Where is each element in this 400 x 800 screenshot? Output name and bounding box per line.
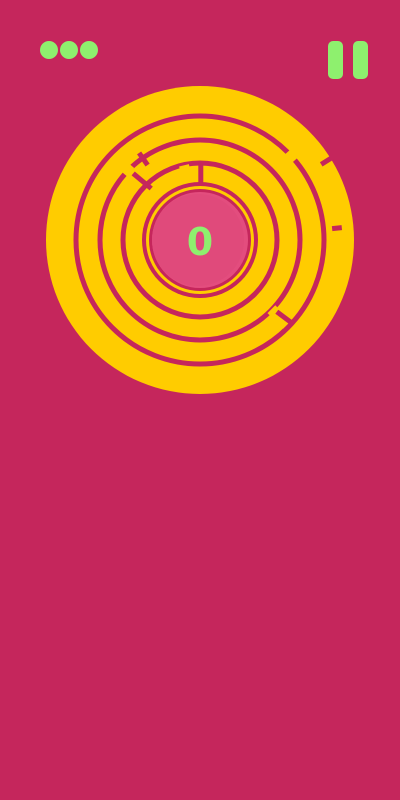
score-value: 0 — [187, 220, 213, 264]
maze-gap — [179, 164, 194, 186]
maze-wall — [331, 225, 343, 232]
game-screen: 0 — [0, 0, 400, 800]
circular-maze[interactable]: 0 — [0, 0, 400, 800]
